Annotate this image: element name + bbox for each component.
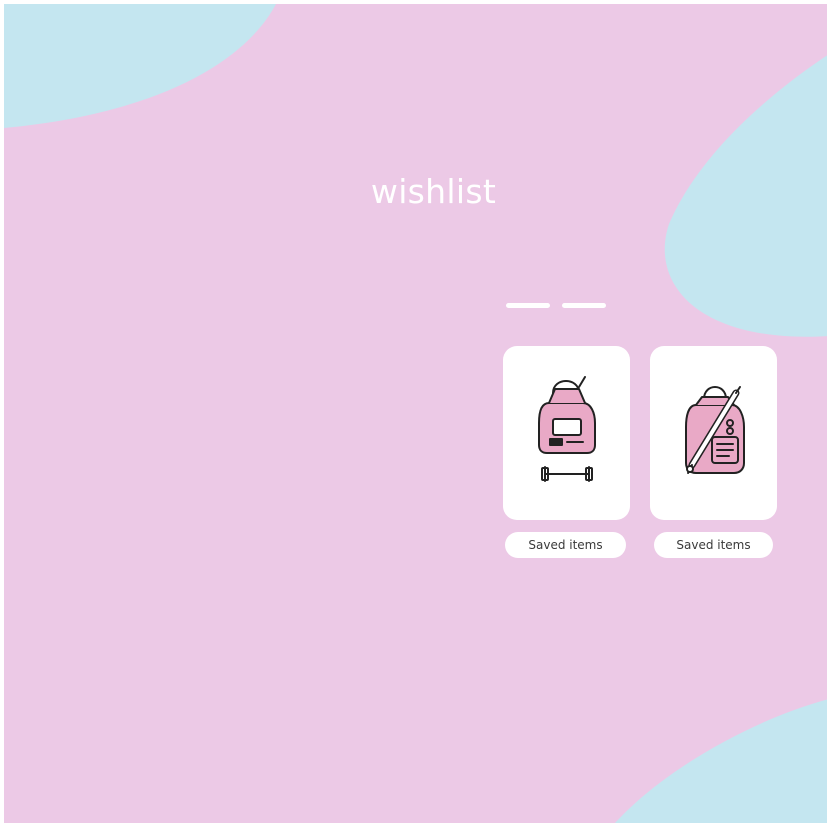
wishlist-screen: wishlist Saved items Saved items [4,4,827,823]
saved-items-label-2[interactable]: Saved items [654,532,773,558]
backpack-dumbbell-icon [537,376,596,482]
saved-item-card-2[interactable] [650,346,777,520]
backpack-pencil-icon [684,386,745,474]
page-indicator-2[interactable] [562,303,606,308]
saved-items-label-1[interactable]: Saved items [505,532,626,558]
page-title: wishlist [370,172,497,211]
blob-top-left [4,4,276,128]
carousel-pagination [506,303,606,308]
page-indicator-1[interactable] [506,303,550,308]
blob-bottom-right [614,699,827,823]
saved-item-card-1[interactable] [503,346,630,520]
